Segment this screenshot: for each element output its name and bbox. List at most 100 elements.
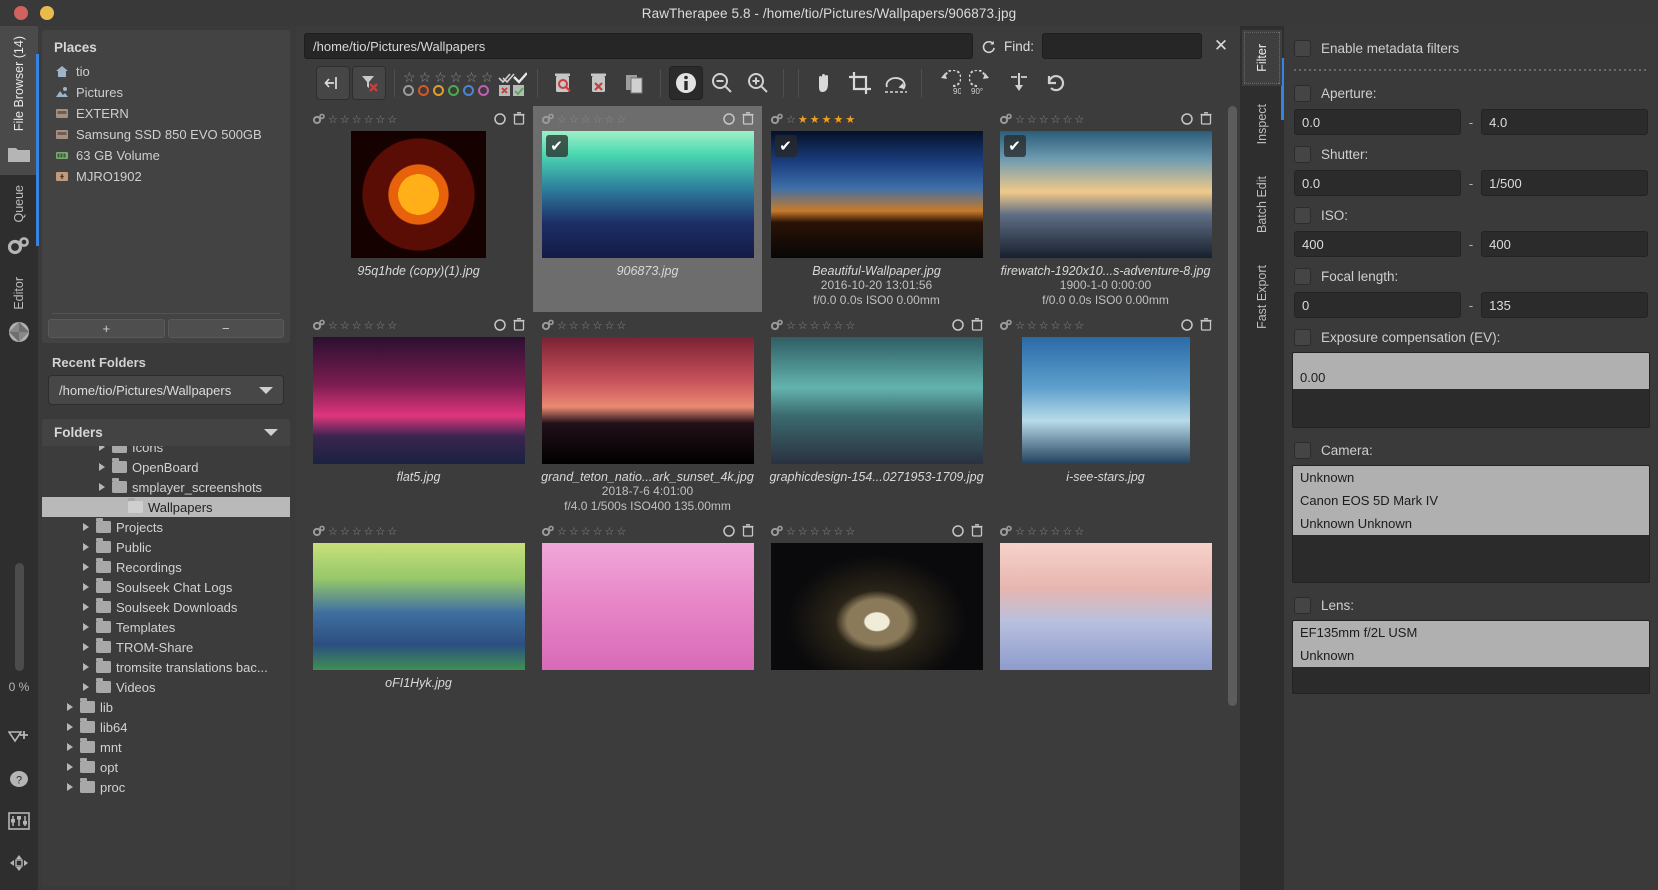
thumbnail-image[interactable] <box>768 337 985 464</box>
exposure-compensation-list[interactable]: 0.00 <box>1292 352 1650 428</box>
shutter-checkbox[interactable] <box>1294 146 1311 163</box>
processing-profile-icon[interactable] <box>770 525 783 540</box>
star-5[interactable]: ☆ <box>1074 320 1084 332</box>
trash-icon[interactable] <box>513 112 525 128</box>
color-label-icon[interactable] <box>952 524 964 540</box>
chevron-right-icon[interactable] <box>80 602 91 613</box>
focal-length-max-input[interactable]: 135 <box>1481 292 1648 318</box>
clear-find-button[interactable]: ✕ <box>1210 35 1232 57</box>
chevron-right-icon[interactable] <box>96 462 107 473</box>
star-1[interactable]: ☆ <box>340 526 350 538</box>
thumbnail-image[interactable] <box>768 543 985 670</box>
iso-checkbox[interactable] <box>1294 207 1311 224</box>
star-3[interactable]: ☆ <box>593 526 603 538</box>
star-0[interactable]: ☆ <box>328 114 338 126</box>
star-rating[interactable]: ☆ ☆ ☆ ☆ ☆ ☆ <box>328 526 397 538</box>
thumbnail-rating[interactable]: ☆ ☆ ☆ ☆ ☆ ☆ <box>999 319 1084 334</box>
chevron-right-icon[interactable] <box>80 642 91 653</box>
exposure-compensation-row[interactable]: Exposure compensation (EV): <box>1292 323 1650 352</box>
list-item[interactable]: Canon EOS 5D Mark IV <box>1293 489 1649 512</box>
star-0[interactable]: ☆ <box>1015 114 1025 126</box>
star-0[interactable]: ☆ <box>557 114 567 126</box>
star-rating[interactable]: ☆ ☆ ☆ ☆ ☆ ☆ <box>786 320 855 332</box>
star-4[interactable]: ☆ <box>605 526 615 538</box>
chevron-right-icon[interactable] <box>112 502 123 513</box>
star-0[interactable]: ☆ <box>786 114 796 126</box>
zoom-out-icon[interactable] <box>705 66 739 100</box>
preferences-icon[interactable] <box>4 806 34 836</box>
star-2[interactable]: ☆ <box>810 320 820 332</box>
folder-tree-item[interactable]: lib64 <box>42 717 290 737</box>
star-1[interactable]: ☆ <box>569 526 579 538</box>
funnel-clear-icon[interactable] <box>352 66 386 100</box>
star-3[interactable]: ☆ <box>1051 526 1061 538</box>
star-3[interactable]: ☆ <box>364 526 374 538</box>
thumbnail-grid[interactable]: ☆ ☆ ☆ ☆ ☆ ☆ 95q1hde (copy)(1).jpg ☆ ☆ ☆ ☆ ☆ ☆ ✔ 906873… <box>296 106 1228 890</box>
thumbnail-rating[interactable]: ☆ ★ ★ ★ ★ ★ <box>770 113 855 128</box>
thumbnail-cell[interactable]: ☆ ★ ★ ★ ★ ★ ✔ Beautiful-Wallpaper.jpg 2016-10-20… <box>762 106 991 312</box>
processing-profile-icon[interactable] <box>541 525 554 540</box>
star-5[interactable]: ☆ <box>387 320 397 332</box>
star-4[interactable]: ☆ <box>1063 526 1073 538</box>
star-0[interactable]: ☆ <box>557 526 567 538</box>
focal-length-row[interactable]: Focal length: <box>1292 262 1650 291</box>
processing-profile-icon[interactable] <box>312 525 325 540</box>
star-2[interactable]: ☆ <box>1039 114 1049 126</box>
star-3[interactable]: ★ <box>822 114 832 126</box>
star-1[interactable]: ☆ <box>798 526 808 538</box>
star-1[interactable]: ☆ <box>1027 114 1037 126</box>
color-label-3[interactable] <box>433 84 444 96</box>
trash-icon[interactable] <box>1200 112 1212 128</box>
color-label-1[interactable] <box>403 84 414 96</box>
folder-tree-item[interactable]: Public <box>42 537 290 557</box>
color-label-icon[interactable] <box>952 318 964 334</box>
star-rating[interactable]: ☆ ☆ ☆ ☆ ☆ ☆ <box>328 320 397 332</box>
star-filter-5[interactable]: ☆ <box>465 70 478 84</box>
star-2[interactable]: ☆ <box>810 526 820 538</box>
thumbnail-cell[interactable]: ☆ ☆ ☆ ☆ ☆ ☆ <box>991 518 1220 694</box>
star-1[interactable]: ☆ <box>340 320 350 332</box>
thumbnail-image[interactable] <box>997 543 1214 670</box>
trash-icon[interactable] <box>971 318 983 334</box>
star-3[interactable]: ☆ <box>1051 114 1061 126</box>
color-label-icon[interactable] <box>1181 318 1193 334</box>
star-2[interactable]: ☆ <box>581 114 591 126</box>
color-label-icon[interactable] <box>1181 112 1193 128</box>
folder-tree-item[interactable]: tromsite translations bac... <box>42 657 290 677</box>
shutter-max-input[interactable]: 1/500 <box>1481 170 1648 196</box>
thumbnail-scrollbar[interactable] <box>1228 106 1237 890</box>
chevron-right-icon[interactable] <box>80 682 91 693</box>
star-0[interactable]: ☆ <box>557 320 567 332</box>
exposure-compensation-checkbox[interactable] <box>1294 329 1311 346</box>
chevron-right-icon[interactable] <box>64 722 75 733</box>
chevron-right-icon[interactable] <box>80 662 91 673</box>
trash-search-icon[interactable] <box>546 66 580 100</box>
star-0[interactable]: ☆ <box>786 526 796 538</box>
chevron-right-icon[interactable] <box>64 742 75 753</box>
remove-place-button[interactable]: − <box>167 319 284 338</box>
star-2[interactable]: ☆ <box>581 320 591 332</box>
processing-profile-icon[interactable] <box>999 525 1012 540</box>
folder-tree-item[interactable]: TROM-Share <box>42 637 290 657</box>
star-2[interactable]: ☆ <box>352 320 362 332</box>
color-label-6[interactable] <box>478 84 489 96</box>
folder-tree-item[interactable]: Templates <box>42 617 290 637</box>
camera-checkbox[interactable] <box>1294 442 1311 459</box>
folder-tree-item[interactable]: OpenBoard <box>42 457 290 477</box>
thumbnail-rating[interactable]: ☆ ☆ ☆ ☆ ☆ ☆ <box>770 319 855 334</box>
star-filter-2[interactable]: ☆ <box>419 70 432 84</box>
folder-tree-item[interactable]: mnt <box>42 737 290 757</box>
send-to-editor-icon[interactable] <box>4 722 34 752</box>
folder-tree-item[interactable]: smplayer_screenshots <box>42 477 290 497</box>
processing-profile-icon[interactable] <box>999 113 1012 128</box>
star-2[interactable]: ☆ <box>352 526 362 538</box>
place-item-mjro1902[interactable]: MJRO1902 <box>42 166 290 187</box>
star-rating[interactable]: ☆ ☆ ☆ ☆ ☆ ☆ <box>328 114 397 126</box>
chevron-right-icon[interactable] <box>80 522 91 533</box>
navigator-icon[interactable] <box>4 848 34 878</box>
list-item[interactable]: Unknown <box>1293 466 1649 489</box>
thumbnail-rating[interactable]: ☆ ☆ ☆ ☆ ☆ ☆ <box>312 319 397 334</box>
star-rating[interactable]: ☆ ☆ ☆ ☆ ☆ ☆ <box>557 114 626 126</box>
iso-min-input[interactable]: 400 <box>1294 231 1461 257</box>
focal-length-checkbox[interactable] <box>1294 268 1311 285</box>
